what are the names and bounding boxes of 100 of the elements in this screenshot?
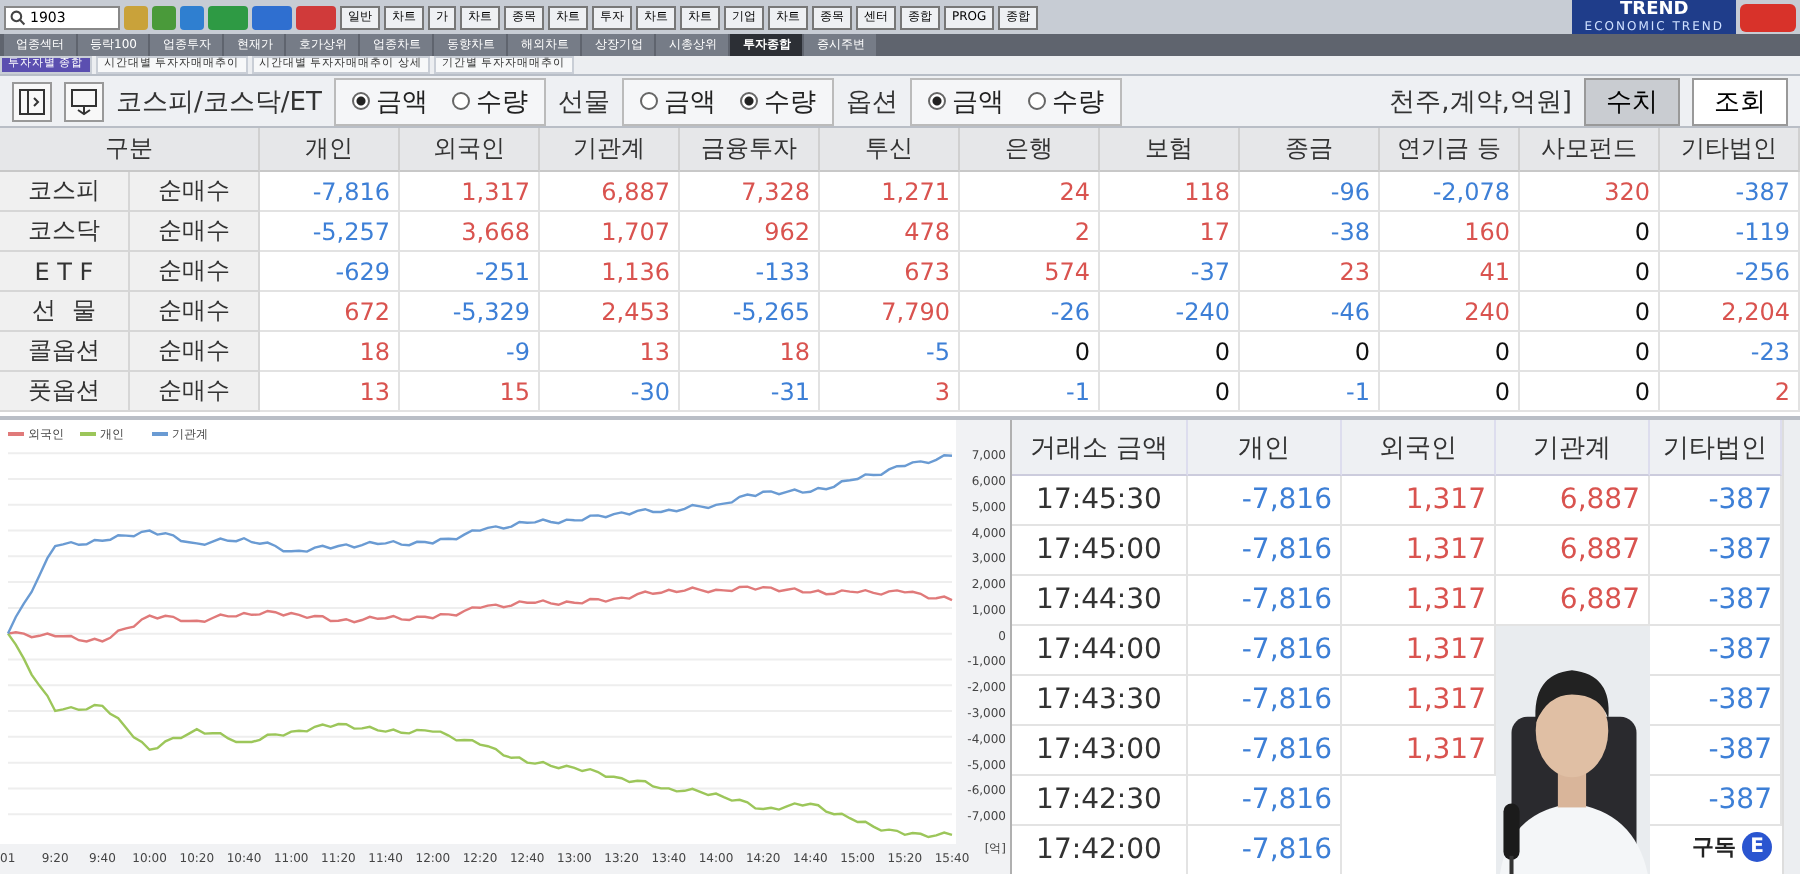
table-cell: 2 [1660,372,1800,412]
table-cell: 320 [1520,172,1660,212]
table-cell: 1,136 [540,252,680,292]
column-header: 투신 [820,128,960,172]
table-cell: 0 [1380,372,1520,412]
table-cell: 1,317 [1342,476,1496,526]
table-cell: 1,317 [1342,526,1496,576]
table-cell: -7,816 [1188,576,1342,626]
table-cell: 18 [260,332,400,372]
table-cell: -7,816 [260,172,400,212]
table-cell: 0 [1520,212,1660,252]
table-cell: 7,328 [680,172,820,212]
logo-title: TREND [1620,2,1689,20]
column-header: 개인 [1188,420,1342,476]
column-header: 거래소 금액 [1012,420,1188,476]
table-cell: 672 [260,292,400,332]
action-button[interactable]: 수치 [1584,77,1680,125]
table-cell: 673 [820,252,960,292]
table-cell: -31 [680,372,820,412]
table-cell: 3 [820,372,960,412]
table-cell: -1 [960,372,1100,412]
time-cell: 17:45:00 [1012,526,1188,576]
row-label: 선 물 [0,292,130,332]
column-header: 연기금 등 [1380,128,1520,172]
column-header: 외국인 [1342,420,1496,476]
table-cell: 0 [1100,332,1240,372]
table-cell: -7,816 [1188,476,1342,526]
column-header: 금융투자 [680,128,820,172]
table-cell: -133 [680,252,820,292]
column-header: 종금 [1240,128,1380,172]
table-cell: 2,453 [540,292,680,332]
column-header: 은행 [960,128,1100,172]
table-cell: 6,887 [1496,476,1650,526]
time-cell: 17:43:30 [1012,676,1188,726]
radio-option[interactable]: 금액 [639,83,716,119]
table-cell: -30 [540,372,680,412]
table-cell: -629 [260,252,400,292]
table-cell: 13 [260,372,400,412]
table-cell: -5 [820,332,960,372]
column-header: 기타법인 [1660,128,1800,172]
row-label: 코스닥 [0,212,130,252]
time-cell: 17:43:00 [1012,726,1188,776]
table-cell: 1,707 [540,212,680,252]
column-header: 사모펀드 [1520,128,1660,172]
table-cell: -5,329 [400,292,540,332]
time-cell: 17:42:00 [1012,826,1188,874]
radio-option[interactable]: 수량 [1027,83,1104,119]
table-cell: 962 [680,212,820,252]
table-cell: 2,204 [1660,292,1800,332]
table-cell: 1,317 [400,172,540,212]
table-cell: -240 [1100,292,1240,332]
radio-option[interactable]: 금액 [927,83,1004,119]
column-header: 기관계 [540,128,680,172]
row-label: 풋옵션 [0,372,130,412]
table-cell: 118 [1100,172,1240,212]
table-cell: -251 [400,252,540,292]
table-cell: -387 [1660,172,1800,212]
time-cell: 17:42:30 [1012,776,1188,826]
table-cell: 240 [1380,292,1520,332]
table-cell: 0 [1520,332,1660,372]
table-cell: 160 [1380,212,1520,252]
radio-option[interactable]: 금액 [351,83,428,119]
table-cell: -256 [1660,252,1800,292]
column-header: 구분 [0,128,260,172]
table-cell: 0 [1380,332,1520,372]
row-label: 코스피 [0,172,130,212]
column-header: 보험 [1100,128,1240,172]
table-cell: -38 [1240,212,1380,252]
table-cell: 3,668 [400,212,540,252]
filter-label: 옵션 [845,85,898,119]
table-cell: 478 [820,212,960,252]
table-cell: 6,887 [1496,526,1650,576]
column-header: 기관계 [1496,420,1650,476]
radio-option[interactable]: 수량 [451,83,528,119]
row-label: 순매수 [130,172,260,212]
table-cell: 0 [960,332,1100,372]
row-label: E T F [0,252,130,292]
table-cell: 0 [1100,372,1240,412]
table-cell: -7,816 [1188,526,1342,576]
time-cell: 17:45:30 [1012,476,1188,526]
radio-option[interactable]: 수량 [739,83,816,119]
subscribe-label: 구독 [1692,832,1736,862]
row-label: 순매수 [130,332,260,372]
table-cell: -119 [1660,212,1800,252]
time-cell: 17:44:00 [1012,626,1188,676]
table-cell: 41 [1380,252,1520,292]
table-cell: -1 [1240,372,1380,412]
row-label: 순매수 [130,252,260,292]
table-cell: 1,317 [1342,576,1496,626]
table-cell: 0 [1240,332,1380,372]
row-label: 순매수 [130,372,260,412]
table-cell: -5,265 [680,292,820,332]
row-label: 순매수 [130,292,260,332]
table-cell: 0 [1520,252,1660,292]
table-cell: 6,887 [540,172,680,212]
table-cell: -9 [400,332,540,372]
table-cell: -7,816 [1188,726,1342,776]
filter-label: 코스피/코스닥/ET [116,85,322,119]
column-header: 외국인 [400,128,540,172]
action-button[interactable]: 조회 [1692,77,1788,125]
